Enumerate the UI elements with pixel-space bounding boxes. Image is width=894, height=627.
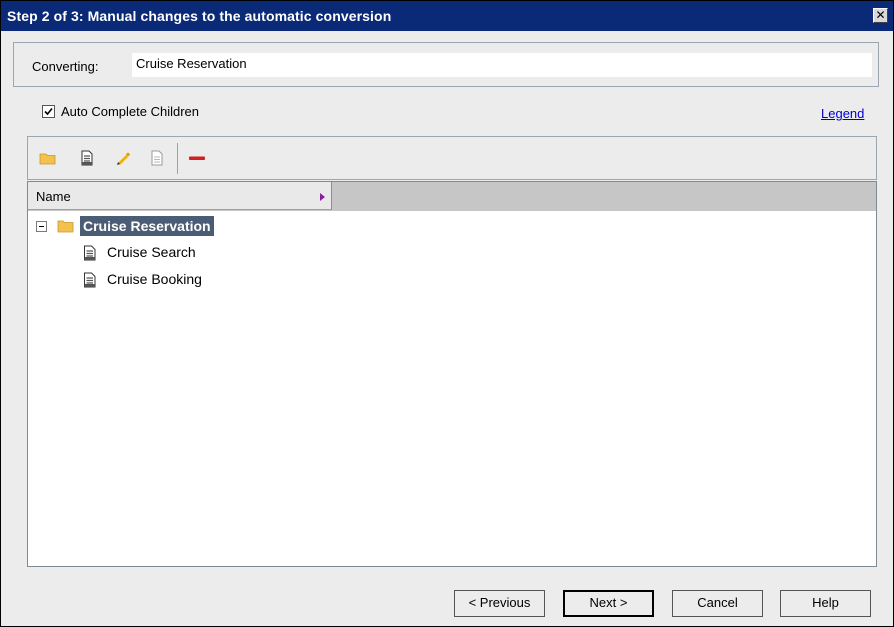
tree-header: Name	[28, 182, 876, 211]
new-folder-icon[interactable]	[39, 149, 57, 167]
toolbar-separator	[177, 143, 178, 174]
new-requirement-icon[interactable]	[78, 149, 96, 167]
legend-link[interactable]: Legend	[821, 106, 864, 121]
auto-complete-checkbox[interactable]	[42, 105, 55, 118]
tree-root-label[interactable]: Cruise Reservation	[80, 216, 214, 236]
converting-label: Converting:	[32, 59, 99, 74]
requirements-tree: Name Cruise Reservation Cruise Search Cr…	[27, 181, 877, 567]
conversion-dialog: Step 2 of 3: Manual changes to the autom…	[0, 0, 894, 627]
dialog-title: Step 2 of 3: Manual changes to the autom…	[7, 8, 392, 24]
checkmark-icon	[44, 107, 53, 116]
close-button[interactable]: ✕	[873, 8, 888, 23]
document-icon[interactable]	[148, 149, 166, 167]
column-menu-arrow-icon[interactable]	[320, 193, 325, 201]
folder-icon	[57, 220, 74, 233]
name-column-header[interactable]: Name	[28, 182, 332, 210]
converting-panel: Converting: Cruise Reservation	[13, 42, 879, 87]
previous-button[interactable]: < Previous	[454, 590, 545, 617]
tree-row-child[interactable]: Cruise Booking	[28, 269, 428, 291]
tree-item-label[interactable]: Cruise Search	[107, 244, 196, 260]
requirement-icon	[84, 272, 96, 288]
next-button[interactable]: Next >	[563, 590, 654, 617]
cancel-button[interactable]: Cancel	[672, 590, 763, 617]
tree-row-root[interactable]: Cruise Reservation	[28, 215, 428, 237]
delete-icon[interactable]	[188, 149, 206, 167]
tree-item-label[interactable]: Cruise Booking	[107, 271, 202, 287]
collapse-toggle-icon[interactable]	[36, 221, 47, 232]
help-button[interactable]: Help	[780, 590, 871, 617]
tree-row-child[interactable]: Cruise Search	[28, 242, 428, 264]
tree-toolbar	[27, 136, 877, 180]
edit-icon[interactable]	[114, 149, 132, 167]
requirement-icon	[84, 245, 96, 261]
auto-complete-label: Auto Complete Children	[61, 104, 200, 119]
title-bar: Step 2 of 3: Manual changes to the autom…	[1, 1, 893, 31]
converting-value-field: Cruise Reservation	[132, 53, 872, 77]
